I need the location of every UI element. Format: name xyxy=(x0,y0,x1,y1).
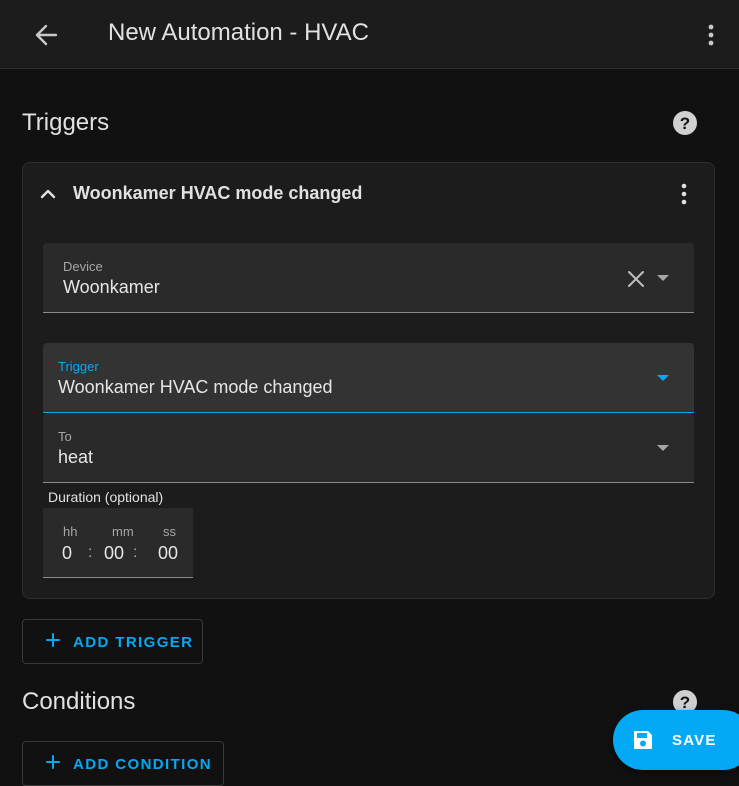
overflow-menu-button[interactable] xyxy=(700,20,722,50)
add-condition-button[interactable]: ADD CONDITION xyxy=(22,741,224,786)
trigger-select[interactable]: Trigger Woonkamer HVAC mode changed xyxy=(43,343,694,413)
to-label: To xyxy=(58,429,72,444)
minutes-label: mm xyxy=(112,524,134,539)
trigger-card-menu-button[interactable] xyxy=(673,181,695,207)
device-value: Woonkamer xyxy=(63,277,160,297)
seconds-label: ss xyxy=(163,524,176,539)
duration-separator: : xyxy=(133,544,138,561)
hours-label: hh xyxy=(63,524,78,539)
seconds-field[interactable]: 00 xyxy=(158,543,178,564)
back-button[interactable] xyxy=(30,20,64,50)
triggers-help-button[interactable]: ? xyxy=(672,110,698,136)
save-label: SAVE xyxy=(672,732,717,749)
close-icon xyxy=(628,271,644,287)
trigger-card-title: Woonkamer HVAC mode changed xyxy=(73,183,363,203)
svg-text:?: ? xyxy=(680,114,690,133)
duration-separator: : xyxy=(88,544,93,561)
collapse-button[interactable] xyxy=(37,183,59,205)
app-toolbar: New Automation - HVAC xyxy=(0,0,739,69)
device-select[interactable]: Device Woonkamer xyxy=(43,243,694,313)
page-title: New Automation - HVAC xyxy=(108,19,369,46)
menu-down-icon xyxy=(657,375,669,381)
help-circle-icon: ? xyxy=(673,111,697,135)
menu-down-icon xyxy=(657,275,669,281)
add-trigger-label: ADD TRIGGER xyxy=(73,634,194,651)
duration-label: Duration (optional) xyxy=(48,489,164,505)
content-save-icon xyxy=(634,731,652,749)
add-trigger-button[interactable]: ADD TRIGGER xyxy=(22,619,203,664)
hours-field[interactable]: 0 xyxy=(62,543,72,564)
to-value: heat xyxy=(58,447,94,467)
trigger-label: Trigger xyxy=(58,359,99,374)
menu-down-icon xyxy=(657,445,669,451)
arrow-left-icon xyxy=(35,24,58,46)
chevron-up-icon xyxy=(40,189,56,199)
duration-input: hh mm ss 0 : 00 : 00 xyxy=(43,508,193,578)
plus-icon xyxy=(46,633,60,647)
dots-vertical-icon xyxy=(708,24,714,46)
device-label: Device xyxy=(63,259,103,274)
plus-icon xyxy=(46,755,60,769)
conditions-heading: Conditions xyxy=(22,688,136,715)
dots-vertical-icon xyxy=(681,183,687,205)
trigger-value: Woonkamer HVAC mode changed xyxy=(58,377,333,397)
clear-device-button[interactable] xyxy=(626,269,646,289)
minutes-field[interactable]: 00 xyxy=(104,543,124,564)
save-button[interactable]: SAVE xyxy=(613,710,739,770)
triggers-heading: Triggers xyxy=(22,109,110,136)
add-condition-label: ADD CONDITION xyxy=(73,756,213,773)
to-state-select[interactable]: To heat xyxy=(43,413,694,483)
